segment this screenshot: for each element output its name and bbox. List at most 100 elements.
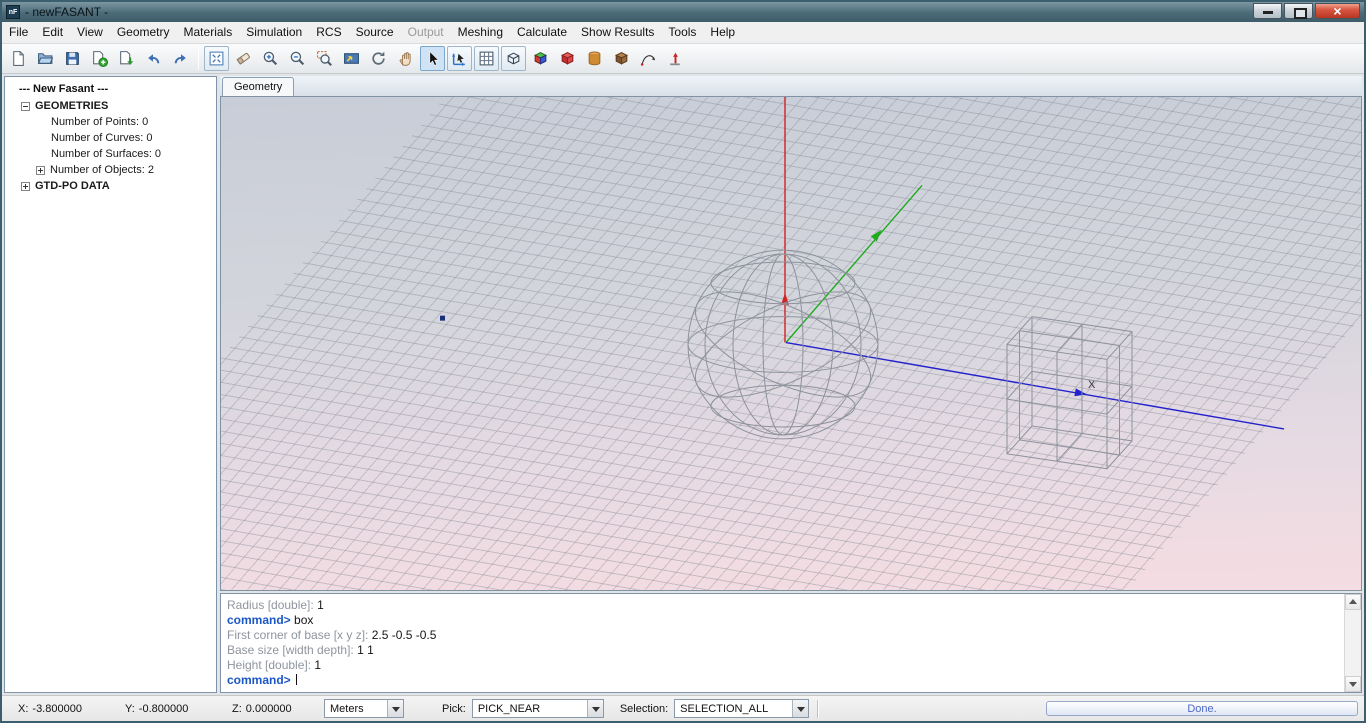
- console-line: Height [double]: 1: [227, 658, 1338, 673]
- z-coordinate-readout: Z:0.000000: [232, 703, 324, 715]
- tree-item-number-of-objects[interactable]: Number of Objects: 2: [5, 162, 216, 178]
- viewport-3d[interactable]: X: [220, 96, 1362, 591]
- title-bar[interactable]: nF - newFASANT -: [2, 2, 1364, 22]
- toolbar: [2, 44, 1364, 74]
- menu-item-tools[interactable]: Tools: [661, 22, 703, 43]
- menu-item-materials[interactable]: Materials: [177, 22, 240, 43]
- x-coordinate-readout: X:-3.800000: [18, 703, 125, 715]
- zoom-window-button[interactable]: [312, 46, 337, 71]
- normal-vector-icon: [667, 50, 684, 67]
- select-cursor-button[interactable]: [420, 46, 445, 71]
- eraser-icon: [235, 50, 252, 67]
- tree-item-gtd-po-data[interactable]: GTD-PO DATA: [5, 178, 216, 194]
- open-folder-button[interactable]: [33, 46, 58, 71]
- new-file-button[interactable]: [6, 46, 31, 71]
- select-cursor-icon: [424, 50, 441, 67]
- pan-view-button[interactable]: [393, 46, 418, 71]
- eraser-button[interactable]: [231, 46, 256, 71]
- curve-arc-icon: [640, 50, 657, 67]
- pick-dropdown[interactable]: PICK_NEAR: [472, 699, 604, 718]
- tree-item-number-of-curves[interactable]: Number of Curves: 0: [5, 130, 216, 146]
- expand-expander-icon[interactable]: [36, 166, 45, 175]
- restore-button[interactable]: [1284, 3, 1313, 19]
- import-item-icon: [118, 50, 135, 67]
- curve-tool-button[interactable]: [636, 46, 661, 71]
- menu-item-edit[interactable]: Edit: [35, 22, 70, 43]
- window-title: - newFASANT -: [25, 5, 108, 19]
- collapse-expander-icon[interactable]: [21, 102, 30, 111]
- dropdown-arrow-icon[interactable]: [792, 700, 808, 717]
- save-button[interactable]: [60, 46, 85, 71]
- scroll-down-arrow-icon[interactable]: [1345, 676, 1361, 692]
- new-file-icon: [10, 50, 27, 67]
- shaded-cube-icon: [532, 50, 549, 67]
- tree-root-label: --- New Fasant ---: [5, 81, 216, 98]
- zoom-in-icon: [262, 50, 279, 67]
- grid-snap-button[interactable]: [474, 46, 499, 71]
- import-item-button[interactable]: [114, 46, 139, 71]
- rotate-view-button[interactable]: [366, 46, 391, 71]
- wireframe-box[interactable]: [1007, 317, 1132, 469]
- redo-button[interactable]: [168, 46, 193, 71]
- menu-item-help[interactable]: Help: [703, 22, 742, 43]
- tree-item-geometries[interactable]: GEOMETRIES: [5, 98, 216, 114]
- menu-item-calculate[interactable]: Calculate: [510, 22, 574, 43]
- zoom-out-button[interactable]: [285, 46, 310, 71]
- command-console: Radius [double]: 1 command> box First co…: [220, 593, 1362, 693]
- menu-item-rcs[interactable]: RCS: [309, 22, 348, 43]
- menu-item-view[interactable]: View: [70, 22, 110, 43]
- menu-item-output: Output: [401, 22, 451, 43]
- zoom-previous-button[interactable]: [339, 46, 364, 71]
- tab-geometry[interactable]: Geometry: [222, 77, 294, 96]
- tab-bar: Geometry: [220, 76, 1362, 96]
- new-item-button[interactable]: [87, 46, 112, 71]
- menu-item-show-results[interactable]: Show Results: [574, 22, 661, 43]
- solid-brown-view-button[interactable]: [609, 46, 634, 71]
- console-line: First corner of base [x y z]: 2.5 -0.5 -…: [227, 628, 1338, 643]
- wireframe-sphere[interactable]: [681, 250, 885, 439]
- scene-canvas[interactable]: X: [221, 97, 1361, 590]
- pick-point-marker: [440, 316, 445, 321]
- close-button[interactable]: [1315, 3, 1360, 19]
- normal-vector-button[interactable]: [663, 46, 688, 71]
- menu-item-simulation[interactable]: Simulation: [239, 22, 309, 43]
- fit-view-button[interactable]: [204, 46, 229, 71]
- dropdown-arrow-icon[interactable]: [387, 700, 403, 717]
- menu-item-file[interactable]: File: [2, 22, 35, 43]
- menu-item-meshing[interactable]: Meshing: [451, 22, 510, 43]
- y-coordinate-readout: Y:-0.800000: [125, 703, 232, 715]
- console-scrollbar[interactable]: [1344, 594, 1361, 692]
- tree-item-number-of-surfaces[interactable]: Number of Surfaces: 0: [5, 146, 216, 162]
- statusbar-separator: [817, 700, 819, 718]
- progress-bar: Done.: [1046, 701, 1358, 716]
- cylinder-view-button[interactable]: [582, 46, 607, 71]
- toolbar-separator: [198, 48, 199, 70]
- zoom-window-icon: [316, 50, 333, 67]
- selection-dropdown[interactable]: SELECTION_ALL: [674, 699, 809, 718]
- units-dropdown[interactable]: Meters: [324, 699, 404, 718]
- expand-expander-icon[interactable]: [21, 182, 30, 191]
- wireframe-view-button[interactable]: [501, 46, 526, 71]
- shaded-view-button[interactable]: [528, 46, 553, 71]
- undo-icon: [145, 50, 162, 67]
- zoom-previous-icon: [343, 50, 360, 67]
- menu-bar: File Edit View Geometry Materials Simula…: [2, 22, 1364, 44]
- console-line: Base size [width depth]: 1 1: [227, 643, 1338, 658]
- dropdown-arrow-icon[interactable]: [587, 700, 603, 717]
- pick-label: Pick:: [442, 703, 466, 715]
- minimize-button[interactable]: [1253, 3, 1282, 19]
- scroll-up-arrow-icon[interactable]: [1345, 594, 1361, 610]
- tree-item-number-of-points[interactable]: Number of Points: 0: [5, 114, 216, 130]
- menu-item-geometry[interactable]: Geometry: [110, 22, 177, 43]
- zoom-in-button[interactable]: [258, 46, 283, 71]
- solid-view-button[interactable]: [555, 46, 580, 71]
- rotate-view-icon: [370, 50, 387, 67]
- cylinder-icon: [586, 50, 603, 67]
- undo-button[interactable]: [141, 46, 166, 71]
- console-log[interactable]: Radius [double]: 1 command> box First co…: [221, 594, 1344, 692]
- progress-status-text: Done.: [1187, 703, 1216, 715]
- wireframe-cube-icon: [505, 50, 522, 67]
- menu-item-source[interactable]: Source: [349, 22, 401, 43]
- select-axis-button[interactable]: [447, 46, 472, 71]
- selection-label: Selection:: [620, 703, 668, 715]
